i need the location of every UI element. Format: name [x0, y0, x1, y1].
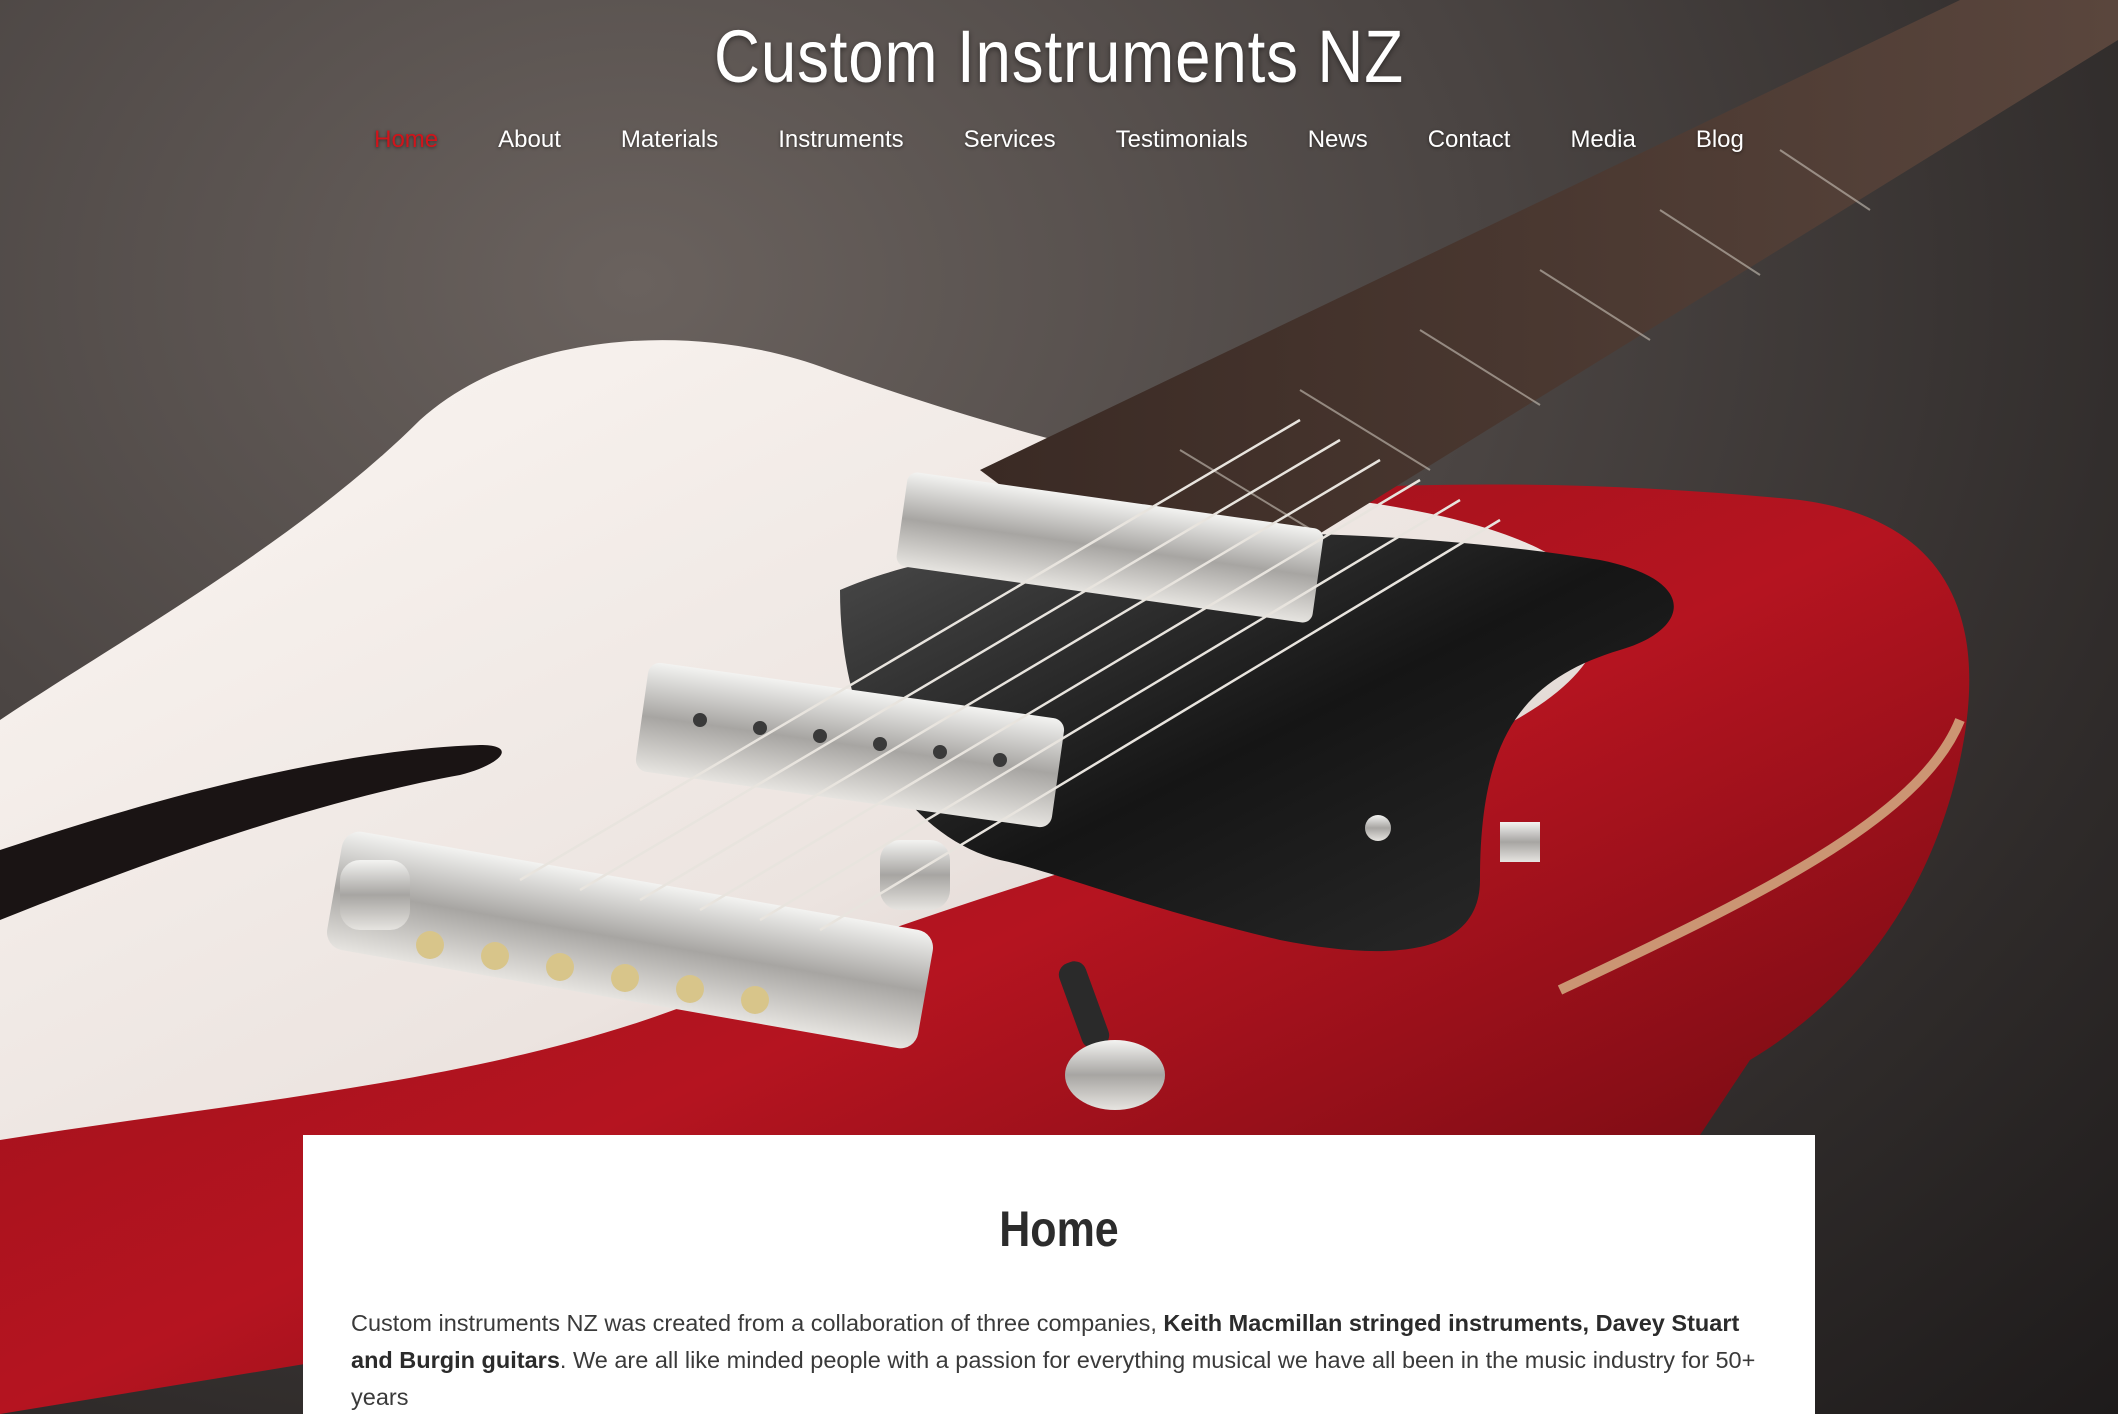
intro-text-part-1: Custom instruments NZ was created from a…	[351, 1310, 1164, 1336]
nav-item-about[interactable]: About	[468, 120, 591, 160]
intro-text-part-2: . We are all like minded people with a p…	[351, 1347, 1756, 1410]
nav-item-materials[interactable]: Materials	[591, 120, 748, 160]
page: Custom Instruments NZ Home About Materials…	[0, 0, 2118, 1414]
site-title[interactable]: Custom Instruments NZ	[148, 14, 1969, 99]
main-navigation: Home About Materials Instruments Services Tes…	[0, 120, 2118, 160]
page-heading: Home	[999, 1201, 1119, 1257]
nav-item-testimonials[interactable]: Testimonials	[1086, 120, 1278, 160]
nav-item-news[interactable]: News	[1278, 120, 1398, 160]
intro-paragraph: Custom instruments NZ was created from a…	[351, 1305, 1781, 1414]
content-card: Home Custom instruments NZ was created f…	[303, 1135, 1815, 1414]
nav-item-media[interactable]: Media	[1540, 120, 1665, 160]
nav-item-blog[interactable]: Blog	[1666, 120, 1774, 160]
nav-item-contact[interactable]: Contact	[1398, 120, 1541, 160]
nav-item-instruments[interactable]: Instruments	[748, 120, 933, 160]
nav-item-services[interactable]: Services	[934, 120, 1086, 160]
nav-item-home[interactable]: Home	[344, 120, 468, 160]
